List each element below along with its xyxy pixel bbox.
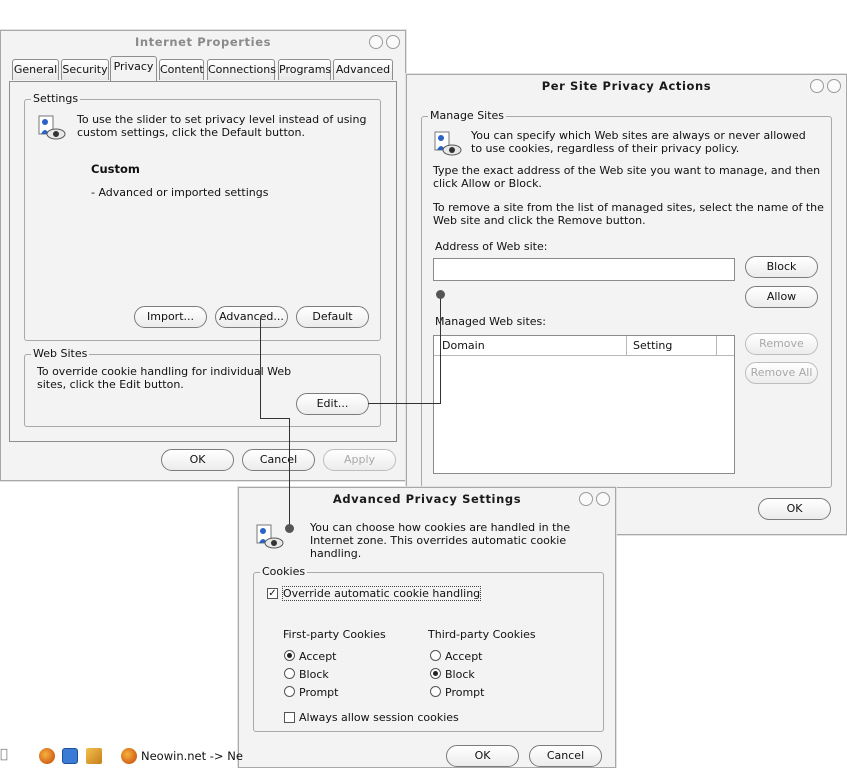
privacy-eye-icon xyxy=(256,524,284,549)
taskbar:  Neowin.net -> Ne xyxy=(0,742,243,768)
taskbar-item-label[interactable]: Neowin.net -> Ne xyxy=(141,749,243,763)
cancel-button[interactable]: Cancel xyxy=(242,449,315,471)
address-input[interactable] xyxy=(433,258,735,281)
manage-sites-legend: Manage Sites xyxy=(428,109,507,122)
override-checkbox[interactable]: ✓ xyxy=(267,588,278,599)
connector-line xyxy=(260,318,261,419)
firefox-icon[interactable] xyxy=(121,748,137,764)
window-controls xyxy=(369,35,400,49)
allow-button[interactable]: Allow xyxy=(745,286,818,308)
first-party-prompt-radio[interactable] xyxy=(284,686,295,697)
connector-line xyxy=(260,418,290,419)
pencil-icon[interactable] xyxy=(86,748,102,764)
block-button[interactable]: Block xyxy=(745,256,818,278)
window-title: Per Site Privacy Actions xyxy=(541,79,712,93)
tab-general[interactable]: General xyxy=(12,59,59,80)
remove-button[interactable]: Remove xyxy=(745,333,818,355)
privacy-level-description: - Advanced or imported settings xyxy=(91,186,269,199)
tab-content[interactable]: Content xyxy=(159,59,204,80)
first-party-accept-radio[interactable] xyxy=(284,650,295,661)
connector-line xyxy=(440,295,441,404)
first-party-prompt-label[interactable]: Prompt xyxy=(299,686,338,699)
manage-sites-remove-text: To remove a site from the list of manage… xyxy=(433,201,824,227)
managed-sites-label: Managed Web sites: xyxy=(435,315,546,328)
cookies-legend: Cookies xyxy=(260,565,308,578)
advanced-privacy-window: Advanced Privacy Settings You can choose… xyxy=(238,487,616,768)
window-controls xyxy=(810,79,841,93)
manage-sites-type-text: Type the exact address of the Web site y… xyxy=(433,164,821,190)
advanced-cancel-button[interactable]: Cancel xyxy=(529,745,602,767)
advanced-ok-button[interactable]: OK xyxy=(446,745,519,767)
ie-icon[interactable] xyxy=(62,748,78,764)
apply-button[interactable]: Apply xyxy=(323,449,396,471)
first-party-accept-label[interactable]: Accept xyxy=(299,650,337,663)
column-header-setting[interactable]: Setting xyxy=(627,336,717,356)
third-party-prompt-radio[interactable] xyxy=(430,686,441,697)
import-button[interactable]: Import... xyxy=(134,306,207,328)
first-party-label: First-party Cookies xyxy=(283,628,386,641)
web-sites-legend: Web Sites xyxy=(31,347,90,360)
window-title: Internet Properties xyxy=(134,35,272,49)
settings-legend: Settings xyxy=(31,92,81,105)
third-party-accept-label[interactable]: Accept xyxy=(445,650,483,663)
advanced-button[interactable]: Advanced... xyxy=(215,306,288,328)
edit-button[interactable]: Edit... xyxy=(296,393,369,415)
minimize-button[interactable] xyxy=(369,35,383,49)
settings-group: Settings To use the slider to set privac… xyxy=(24,92,381,341)
privacy-level-title: Custom xyxy=(91,162,140,176)
minimize-button[interactable] xyxy=(810,79,824,93)
internet-properties-titlebar[interactable]: Internet Properties xyxy=(1,31,405,53)
per-site-titlebar[interactable]: Per Site Privacy Actions xyxy=(407,75,846,97)
override-label[interactable]: Override automatic cookie handling xyxy=(281,586,482,601)
third-party-block-label[interactable]: Block xyxy=(445,668,475,681)
remove-all-button[interactable]: Remove All xyxy=(745,362,818,384)
manage-sites-intro: You can specify which Web sites are alwa… xyxy=(471,129,806,155)
close-button[interactable] xyxy=(596,492,610,506)
session-cookies-label[interactable]: Always allow session cookies xyxy=(299,711,459,724)
close-button[interactable] xyxy=(386,35,400,49)
third-party-label: Third-party Cookies xyxy=(428,628,536,641)
first-party-block-radio[interactable] xyxy=(284,668,295,679)
tab-connections[interactable]: Connections xyxy=(207,59,276,80)
managed-sites-list[interactable]: Domain Setting xyxy=(433,335,735,474)
column-header-domain[interactable]: Domain xyxy=(434,336,627,356)
tab-advanced[interactable]: Advanced xyxy=(333,59,393,80)
settings-text: To use the slider to set privacy level i… xyxy=(77,113,367,139)
third-party-accept-radio[interactable] xyxy=(430,650,441,661)
third-party-prompt-label[interactable]: Prompt xyxy=(445,686,484,699)
minimize-button[interactable] xyxy=(579,492,593,506)
first-party-block-label[interactable]: Block xyxy=(299,668,329,681)
address-label: Address of Web site: xyxy=(435,240,548,253)
column-header-filler xyxy=(717,336,734,356)
privacy-eye-icon xyxy=(38,115,66,140)
connector-line xyxy=(368,403,441,404)
firefox-icon[interactable] xyxy=(39,748,55,764)
close-button[interactable] xyxy=(827,79,841,93)
tab-programs[interactable]: Programs xyxy=(278,59,331,80)
apple-icon[interactable]:  xyxy=(0,747,8,762)
per-site-privacy-window: Per Site Privacy Actions Manage Sites Yo… xyxy=(406,74,847,535)
session-cookies-checkbox[interactable] xyxy=(284,712,295,723)
window-title: Advanced Privacy Settings xyxy=(332,492,522,506)
connector-dot xyxy=(285,524,294,533)
tab-security[interactable]: Security xyxy=(61,59,109,80)
default-button[interactable]: Default xyxy=(296,306,369,328)
privacy-eye-icon xyxy=(434,131,462,156)
privacy-tab-panel: Settings To use the slider to set privac… xyxy=(9,81,397,442)
per-site-ok-button[interactable]: OK xyxy=(758,498,831,520)
advanced-privacy-titlebar[interactable]: Advanced Privacy Settings xyxy=(239,488,615,510)
ok-button[interactable]: OK xyxy=(161,449,234,471)
cookies-group: Cookies ✓ Override automatic cookie hand… xyxy=(253,565,604,732)
window-controls xyxy=(579,492,610,506)
tab-privacy[interactable]: Privacy xyxy=(110,56,157,81)
web-sites-group: Web Sites To override cookie handling fo… xyxy=(24,347,381,427)
advanced-privacy-intro: You can choose how cookies are handled i… xyxy=(310,521,571,560)
connector-line xyxy=(289,418,290,528)
connector-dot xyxy=(436,290,445,299)
third-party-block-radio[interactable] xyxy=(430,668,441,679)
